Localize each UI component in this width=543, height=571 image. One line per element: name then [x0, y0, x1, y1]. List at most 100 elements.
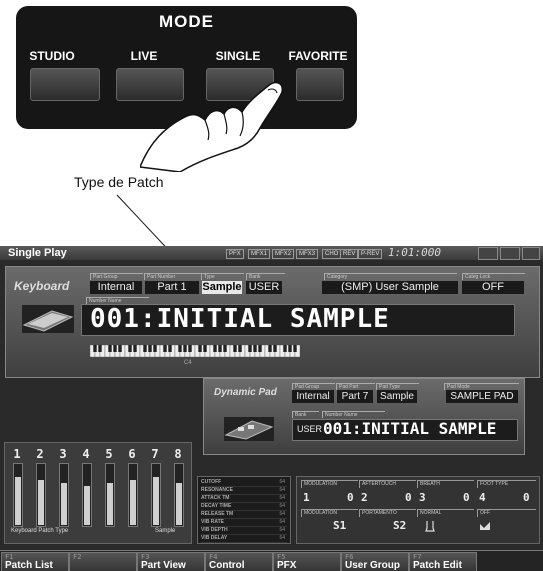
live-label: LIVE — [130, 49, 158, 63]
mod-1-value[interactable]: 0 — [347, 491, 354, 504]
part-group-header: Part Group — [90, 273, 143, 280]
mfx3-chip[interactable]: MFX3 — [296, 249, 319, 259]
mfx2-chip[interactable]: MFX2 — [272, 249, 295, 259]
f2-button[interactable]: F2 — [69, 552, 137, 571]
prev-chip[interactable]: P-REV — [358, 249, 383, 259]
up-icon[interactable] — [500, 247, 520, 260]
control-value: 64 — [279, 487, 285, 493]
category-header: Category — [324, 273, 457, 280]
pointing-hand-icon — [140, 81, 284, 172]
part-3-level — [61, 483, 67, 525]
bank-header: Bank — [246, 273, 285, 280]
part-6-fader[interactable] — [128, 463, 138, 527]
rev-chip[interactable]: REV — [340, 249, 359, 259]
pad-type-value[interactable]: Sample — [377, 390, 417, 403]
f5-pfx-button[interactable]: F5 PFX — [273, 552, 341, 571]
pad-thumbnail-icon — [224, 417, 274, 441]
mod-3-value[interactable]: 0 — [463, 491, 470, 504]
part-1-fader[interactable] — [13, 463, 23, 527]
part-number-value[interactable]: Part 1 — [145, 281, 199, 294]
keyboard-patch-type-label: Keyboard Patch Type — [11, 528, 69, 534]
categ-lock-value[interactable]: OFF — [462, 281, 524, 294]
exit-icon[interactable] — [522, 247, 540, 260]
part-8-fader[interactable] — [174, 463, 184, 527]
control-name: VIB DEPTH — [201, 527, 228, 533]
pad-patch-name-field[interactable]: USER 001:INITIAL SAMPLE — [292, 419, 518, 441]
pfx-chip[interactable]: PFX — [226, 249, 244, 259]
menu-icon[interactable] — [478, 247, 498, 260]
s2-switch[interactable]: S2 — [393, 519, 406, 532]
off-header: OFF — [477, 509, 536, 517]
cho-chip[interactable]: CHO — [322, 249, 342, 259]
pad-group-value[interactable]: Internal — [292, 390, 334, 403]
pad-mode-value[interactable]: SAMPLE PAD — [446, 390, 518, 403]
control-value: 64 — [279, 535, 285, 541]
part-5-level — [107, 483, 113, 525]
dynamic-pad-label: Dynamic Pad — [214, 387, 277, 398]
modulation-panel: MODULATION AFTERTOUCH BREATH FOOT TYPE 1… — [296, 476, 540, 544]
breath-header: BREATH — [417, 480, 474, 488]
f7-patch-edit-button[interactable]: F7 Patch Edit — [409, 552, 477, 571]
bank-value[interactable]: USER — [246, 281, 282, 294]
part-4-number: 4 — [82, 447, 90, 461]
single-label: SINGLE — [215, 49, 261, 63]
pad-bank-header: Bank — [292, 411, 319, 418]
mod-2-number: 2 — [361, 491, 368, 504]
mod-2-value[interactable]: 0 — [405, 491, 412, 504]
control-name: VIB DELAY — [201, 535, 228, 541]
part-4-fader[interactable] — [82, 463, 92, 527]
mini-keyboard-icon — [90, 345, 300, 357]
part-7-fader[interactable] — [151, 463, 161, 527]
part-1-number: 1 — [13, 447, 21, 461]
part-6-level — [130, 480, 136, 525]
mfx1-chip[interactable]: MFX1 — [248, 249, 271, 259]
pad-part-header: Pad Part — [336, 383, 375, 390]
pad-number-name-header: Number Name — [322, 411, 385, 418]
categ-lock-header: Categ Lock — [462, 273, 525, 280]
control-name: DECAY TIME — [201, 503, 232, 509]
type-header: Type — [201, 273, 244, 280]
pad-mode-header: Pad Mode — [444, 383, 519, 390]
control-value: 64 — [279, 495, 285, 501]
part-5-fader[interactable] — [105, 463, 115, 527]
f1-patch-list-button[interactable]: F1 Patch List — [1, 552, 69, 571]
part-8-level — [176, 483, 182, 525]
control-row[interactable]: VIB DELAY 64 — [201, 534, 287, 543]
part-1-level — [15, 477, 21, 525]
control-name: VIB RATE — [201, 519, 224, 525]
patch-type-value[interactable]: Sample — [202, 281, 242, 294]
control-name: RESONANCE — [201, 487, 233, 493]
part-2-fader[interactable] — [36, 463, 46, 527]
f3-part-view-button[interactable]: F3 Part View — [137, 552, 205, 571]
portamento-header: PORTAMENTO — [359, 509, 416, 517]
mod-4-value[interactable]: 0 — [523, 491, 530, 504]
mode-title: MODE — [159, 12, 214, 31]
clock-readout: 1:01:000 — [388, 246, 441, 259]
category-value[interactable]: (SMP) User Sample — [322, 281, 458, 294]
foot-type-header: FOOT TYPE — [477, 480, 536, 488]
part-group-value[interactable]: Internal — [90, 281, 142, 294]
patch-name-field[interactable]: 001:INITIAL SAMPLE — [81, 304, 515, 336]
control-name: RELEASE TM — [201, 511, 234, 517]
f4-control-button[interactable]: F4 Control — [205, 552, 273, 571]
f1-key-label: Patch List — [5, 560, 53, 571]
part-3-fader[interactable] — [59, 463, 69, 527]
keyboard-panel: Keyboard Part Group Part Number Type Ban… — [5, 266, 540, 378]
f6-user-group-button[interactable]: F6 User Group — [341, 552, 409, 571]
f5-key-label: PFX — [277, 560, 297, 571]
s1-switch[interactable]: S1 — [333, 519, 346, 532]
favorite-button[interactable] — [296, 68, 344, 101]
studio-button[interactable] — [30, 68, 100, 101]
dynamic-pad-panel: Dynamic Pad Pad Group Pad Part Pad Type … — [203, 378, 525, 455]
pad-part-value[interactable]: Part 7 — [337, 390, 373, 403]
c4-key-label: C4 — [184, 360, 192, 366]
control-value: 64 — [279, 479, 285, 485]
keyboard-label: Keyboard — [14, 279, 70, 293]
control-name: ATTACK TM — [201, 495, 230, 501]
control-name: CUTOFF — [201, 479, 222, 485]
screen-title: Single Play — [8, 247, 67, 259]
mod-1-number: 1 — [303, 491, 310, 504]
patch-name: 001:INITIAL SAMPLE — [90, 304, 390, 334]
patch-type-annotation: Type de Patch — [74, 174, 164, 190]
pad-patch-name: 001:INITIAL SAMPLE — [323, 419, 497, 438]
